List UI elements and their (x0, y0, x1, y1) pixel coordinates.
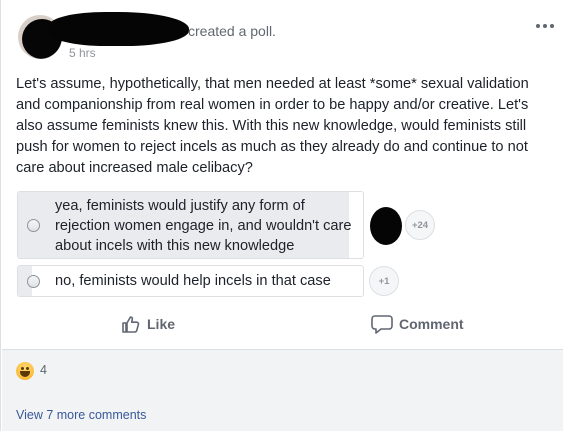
like-label: Like (147, 316, 176, 332)
poll-option-2-vote-badge[interactable]: +1 (369, 266, 399, 296)
poll-option-1[interactable]: yea, feminists would justify any form of… (17, 191, 364, 259)
poll-option-1-vote-badge[interactable]: +24 (405, 210, 435, 240)
post-timestamp[interactable]: 5 hrs (69, 46, 96, 60)
like-button[interactable]: Like (121, 312, 175, 336)
comment-icon (371, 314, 393, 334)
author-name-redaction (49, 12, 189, 46)
post-card: created a poll. 5 hrs Let's assume, hypo… (0, 0, 563, 431)
thumbs-up-icon (121, 314, 141, 334)
haha-reaction-icon[interactable] (16, 362, 34, 380)
voter-avatar-redaction (370, 207, 402, 245)
author-action-text: created a poll. (188, 23, 276, 39)
poll-option-1-radio[interactable] (27, 219, 40, 232)
poll-option-2-radio[interactable] (27, 275, 40, 288)
post-text: Let's assume, hypothetically, that men n… (16, 76, 529, 176)
poll-option-1-label: yea, feminists would justify any form of… (55, 198, 352, 254)
poll-option-2-label: no, feminists would help incels in that … (55, 273, 331, 289)
comment-button[interactable]: Comment (371, 312, 464, 336)
view-more-comments-link[interactable]: View 7 more comments (16, 408, 146, 422)
poll-option-2[interactable]: no, feminists would help incels in that … (17, 265, 364, 297)
comment-label: Comment (399, 316, 464, 332)
post-footer: 4 View 7 more comments (2, 349, 563, 431)
more-options-icon[interactable] (534, 18, 556, 34)
reaction-count[interactable]: 4 (40, 363, 47, 377)
